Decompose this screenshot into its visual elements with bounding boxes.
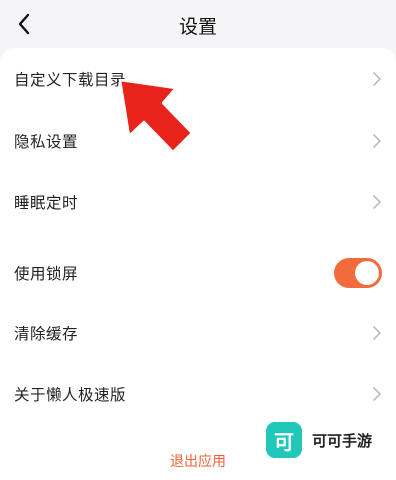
settings-row-label: 使用锁屏 (14, 265, 79, 283)
lock-screen-toggle[interactable] (334, 258, 382, 288)
settings-row-label: 睡眠定时 (14, 194, 79, 212)
settings-row-sleep-timer[interactable]: 睡眠定时 (0, 171, 396, 233)
chevron-right-icon (373, 387, 381, 401)
watermark-logo: 可 (266, 422, 302, 458)
settings-row-about[interactable]: 关于懒人极速版 (0, 363, 396, 425)
settings-card: 自定义下载目录 隐私设置 睡眠定时 使用锁屏 清除缓存 关于懒人极速版 (0, 48, 396, 480)
red-arrow-icon (118, 78, 194, 154)
chevron-right-icon (373, 134, 381, 148)
settings-row-download-dir[interactable]: 自定义下载目录 (0, 48, 396, 110)
settings-row-privacy[interactable]: 隐私设置 (0, 110, 396, 172)
watermark-text: 可可手游 (312, 431, 373, 450)
settings-row-lock-screen: 使用锁屏 (0, 242, 396, 304)
chevron-right-icon (373, 195, 381, 209)
settings-row-label: 自定义下载目录 (14, 71, 127, 89)
toggle-knob (355, 261, 379, 285)
chevron-right-icon (373, 326, 381, 340)
settings-row-clear-cache[interactable]: 清除缓存 (0, 302, 396, 364)
settings-row-label: 清除缓存 (14, 325, 79, 343)
page-title: 设置 (178, 16, 217, 38)
settings-row-label: 隐私设置 (14, 133, 79, 151)
settings-row-label: 关于懒人极速版 (14, 386, 127, 404)
header-bar: 设置 (0, 0, 396, 48)
watermark: 可 可可手游 (266, 421, 372, 459)
chevron-right-icon (373, 72, 381, 86)
